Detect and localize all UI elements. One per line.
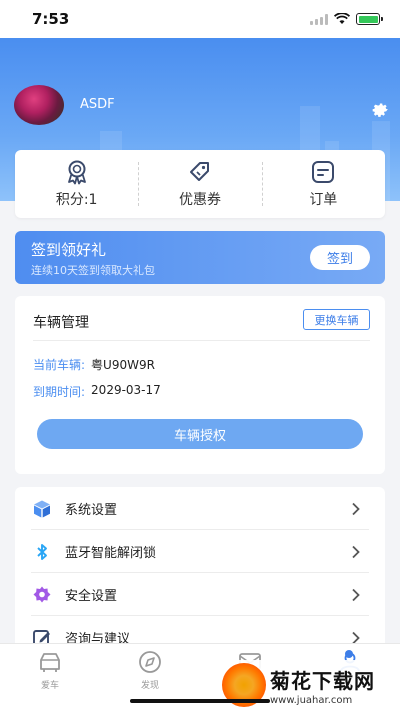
tab-discover[interactable]: 发现 [120, 650, 180, 691]
stat-orders[interactable]: 订单 [261, 150, 385, 218]
coupon-tag-icon [189, 162, 209, 181]
menu-label: 系统设置 [65, 503, 118, 518]
watermark-title: 菊花下载网 [270, 668, 375, 693]
status-icons [310, 13, 383, 25]
expire-date-row: 到期时间: 2029-03-17 [33, 383, 161, 400]
stat-points-label: 积分:1 [55, 192, 98, 208]
gear-icon[interactable] [370, 100, 390, 120]
tab-car-label: 爱车 [40, 681, 59, 691]
expire-date-value: 2029-03-17 [91, 383, 161, 397]
medal-icon [67, 160, 86, 185]
signin-subtitle: 连续10天签到领取大礼包 [31, 264, 155, 277]
chevron-right-icon [352, 545, 360, 558]
bluetooth-icon [37, 543, 47, 560]
tab-car[interactable]: 爱车 [20, 650, 80, 691]
compass-icon [139, 651, 161, 673]
current-vehicle-row: 当前车辆: 粤U90W9R [33, 356, 155, 373]
shield-gear-icon [33, 586, 51, 602]
car-icon [40, 653, 60, 672]
wifi-icon [334, 13, 350, 24]
stat-orders-label: 订单 [309, 192, 338, 208]
username: ASDF [80, 97, 115, 112]
menu-label: 安全设置 [65, 589, 118, 604]
settings-menu: 系统设置 蓝牙智能解闭锁 安全设置 咨询与建议 [15, 487, 385, 657]
cube-icon [34, 500, 50, 517]
current-vehicle-value: 粤U90W9R [91, 358, 155, 372]
home-indicator [130, 699, 270, 703]
stat-points[interactable]: 积分:1 [15, 150, 138, 218]
signin-button[interactable]: 签到 [310, 245, 370, 270]
battery-icon [356, 13, 383, 25]
menu-item-bluetooth-lock[interactable]: 蓝牙智能解闭锁 [15, 530, 385, 573]
stat-coupons[interactable]: 优惠券 [138, 150, 261, 218]
status-time: 7:53 [32, 10, 70, 28]
menu-item-system-settings[interactable]: 系统设置 [15, 487, 385, 530]
watermark-url: www.juahar.com [270, 694, 353, 706]
signin-title: 签到领好礼 [31, 241, 107, 259]
tab-discover-label: 发现 [140, 681, 159, 691]
switch-vehicle-button[interactable]: 更换车辆 [303, 309, 370, 330]
chevron-right-icon [352, 502, 360, 515]
tab-indicator-dot [345, 650, 353, 658]
chevron-right-icon [352, 588, 360, 601]
order-icon [312, 161, 335, 183]
menu-item-security-settings[interactable]: 安全设置 [15, 573, 385, 616]
vehicle-management-card: 车辆管理 更换车辆 当前车辆: 粤U90W9R 到期时间: 2029-03-17… [15, 296, 385, 474]
signin-banner: 签到领好礼 连续10天签到领取大礼包 签到 [15, 231, 385, 284]
avatar[interactable] [14, 85, 64, 125]
vehicle-authorize-button[interactable]: 车辆授权 [37, 419, 363, 449]
menu-label: 蓝牙智能解闭锁 [65, 546, 157, 561]
expire-date-label: 到期时间: [33, 385, 86, 399]
vehicle-management-title: 车辆管理 [33, 315, 89, 331]
stats-card: 积分:1 优惠券 订单 [15, 150, 385, 218]
status-bar: 7:53 [0, 0, 400, 38]
vehicle-divider [33, 340, 370, 341]
cellular-signal-icon [310, 13, 328, 25]
stat-coupons-label: 优惠券 [178, 192, 221, 208]
current-vehicle-label: 当前车辆: [33, 358, 86, 372]
